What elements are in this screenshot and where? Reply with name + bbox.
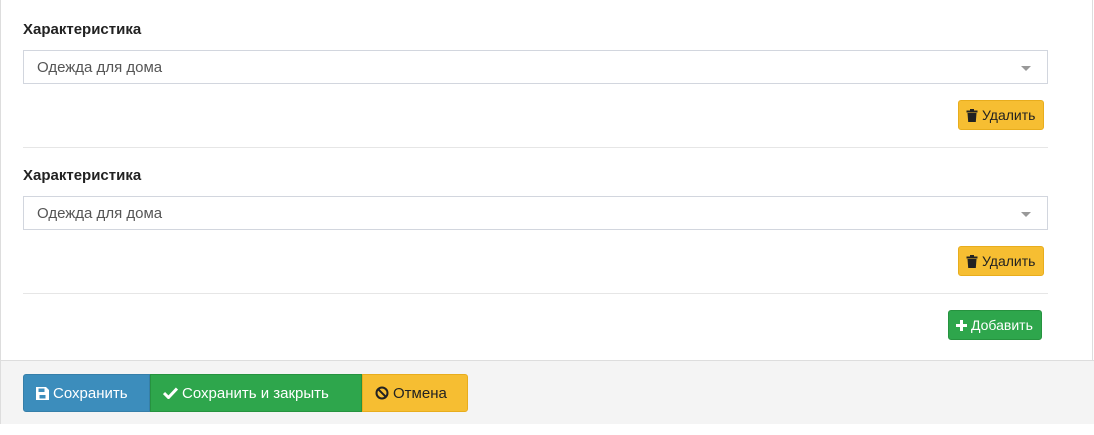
save-and-close-button-label: Сохранить и закрыть	[182, 384, 329, 402]
characteristic-block-1: Характеристика Одежда для дома Удалить	[23, 0, 1048, 147]
characteristic-block-2: Характеристика Одежда для дома Удалить	[23, 146, 1048, 293]
cancel-button[interactable]: Отмена	[362, 374, 468, 412]
caret-down-icon	[1021, 212, 1031, 217]
trash-icon	[966, 108, 978, 122]
delete-characteristic-button[interactable]: Удалить	[958, 246, 1045, 276]
cancel-button-label: Отмена	[393, 384, 447, 402]
delete-characteristic-button[interactable]: Удалить	[958, 100, 1045, 130]
characteristic-select-value: Одежда для дома	[37, 59, 163, 76]
add-button-label: Добавить	[971, 317, 1033, 333]
add-characteristic-button[interactable]: Добавить	[948, 310, 1042, 340]
save-and-close-button[interactable]: Сохранить и закрыть	[150, 374, 362, 412]
delete-button-label: Удалить	[982, 107, 1036, 123]
caret-down-icon	[1021, 66, 1031, 71]
form-footer: Сохранить Сохранить и закрыть Отмена	[1, 360, 1094, 424]
characteristic-select-value: Одежда для дома	[37, 205, 163, 222]
check-icon	[163, 387, 178, 399]
characteristics-panel: Характеристика Одежда для дома Удалить Х…	[0, 0, 1094, 424]
characteristic-label: Характеристика	[23, 21, 142, 38]
save-button[interactable]: Сохранить	[23, 374, 150, 412]
floppy-disk-icon	[36, 386, 49, 400]
plus-icon	[956, 319, 967, 331]
trash-icon	[966, 254, 978, 268]
characteristic-select[interactable]: Одежда для дома	[23, 50, 1048, 84]
characteristic-select[interactable]: Одежда для дома	[23, 196, 1048, 230]
delete-button-label: Удалить	[982, 253, 1036, 269]
ban-icon	[375, 386, 389, 400]
section-divider	[23, 293, 1048, 294]
save-button-label: Сохранить	[53, 384, 128, 402]
characteristic-label: Характеристика	[23, 167, 142, 184]
